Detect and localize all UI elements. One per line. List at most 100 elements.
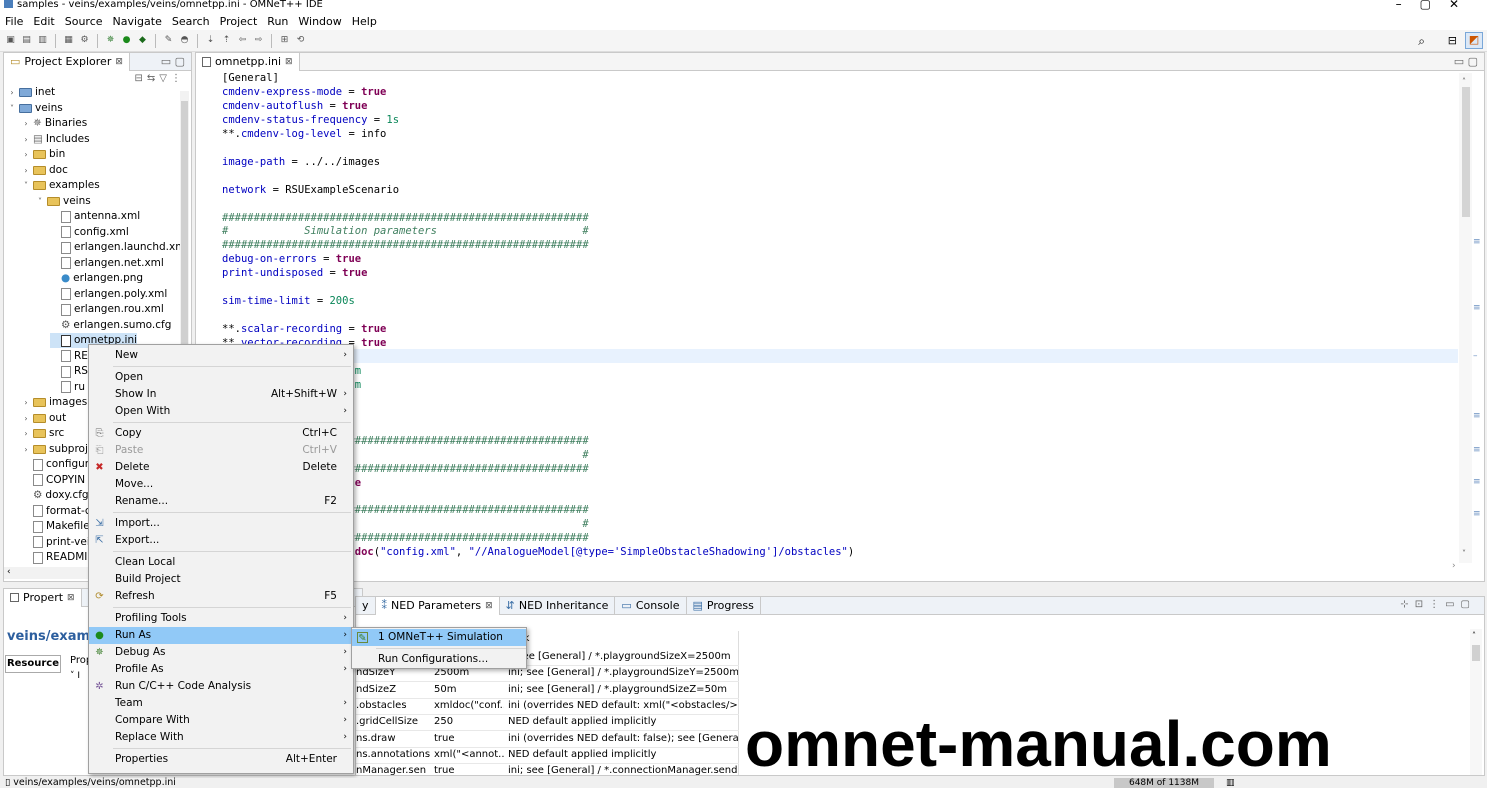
close-icon[interactable]: ⊠ xyxy=(285,57,293,67)
tree-item[interactable]: erlangen.poly.xml xyxy=(50,287,167,302)
back-icon[interactable]: ⇦ xyxy=(236,34,249,47)
menu-item-compare-with[interactable]: Compare With › xyxy=(89,712,353,729)
build-icon[interactable]: ⚙ xyxy=(78,34,91,47)
tree-item[interactable]: config.xml xyxy=(50,225,129,240)
menu-item-clean-local[interactable]: Clean Local xyxy=(89,554,353,571)
tree-item[interactable]: RE xyxy=(50,349,88,364)
tree-item[interactable]: ˅ veins xyxy=(8,101,63,116)
menu-item-rename[interactable]: Rename... F2 xyxy=(89,493,353,510)
param-cell-remark[interactable]: ini; see [General] / *.playgroundSizeY=2… xyxy=(508,665,738,681)
tree-item[interactable]: › doc xyxy=(22,163,67,178)
expand-arrow-icon[interactable]: ˅ xyxy=(22,178,30,193)
expand-icon[interactable]: ˅ I xyxy=(70,671,80,681)
next-annotation-icon[interactable]: ⇣ xyxy=(204,34,217,47)
menu-item-properties[interactable]: Properties Alt+Enter xyxy=(89,751,353,768)
tab-console[interactable]: ▭ Console xyxy=(615,596,687,615)
tree-item[interactable]: › bin xyxy=(22,147,65,162)
expand-arrow-icon[interactable]: ˅ xyxy=(8,101,16,116)
tree-item[interactable]: › images xyxy=(22,395,87,410)
debug-toolbar-icon[interactable]: ✵ xyxy=(104,34,117,47)
expand-arrow-icon[interactable]: › xyxy=(8,85,16,100)
tab-ned-parameters[interactable]: ⁑ NED Parameters ⊠ xyxy=(375,596,500,615)
tree-item[interactable]: RS xyxy=(50,364,88,379)
perspective-icon[interactable]: ⊟ xyxy=(1448,34,1457,47)
print-icon[interactable]: ▦ xyxy=(62,34,75,47)
tree-item[interactable]: › inet xyxy=(8,85,55,100)
menu-item-run-c-c-code-analysis[interactable]: ✲ Run C/C++ Code Analysis xyxy=(89,678,353,695)
params-scrollbar[interactable]: ˄ xyxy=(1470,629,1482,775)
menu-window[interactable]: Window xyxy=(293,15,346,28)
menu-item-refresh[interactable]: ⟳ Refresh F5 xyxy=(89,588,353,605)
view-menu-icon[interactable]: ⋮ xyxy=(1429,599,1445,610)
view-minmax-icon[interactable]: ▭ ▢ xyxy=(161,55,185,68)
menu-item-move[interactable]: Move... xyxy=(89,476,353,493)
menu-item-team[interactable]: Team › xyxy=(89,695,353,712)
tree-item[interactable]: READMI xyxy=(22,550,87,565)
menu-item-profiling-tools[interactable]: Profiling Tools › xyxy=(89,610,353,627)
menu-item-delete[interactable]: ✖ Delete Delete xyxy=(89,459,353,476)
menu-item-open[interactable]: Open xyxy=(89,369,353,386)
menu-item-replace-with[interactable]: Replace With › xyxy=(89,729,353,746)
open-type-icon[interactable]: ✎ xyxy=(162,34,175,47)
expand-arrow-icon[interactable]: › xyxy=(22,163,30,178)
link-editor-icon[interactable]: ⇆ xyxy=(147,73,159,84)
param-cell-remark[interactable]: ini (overrides NED default: xml("<obstac… xyxy=(508,698,738,714)
expand-arrow-icon[interactable]: › xyxy=(22,442,30,457)
omnet-perspective-icon[interactable]: ◩ xyxy=(1465,32,1483,49)
tree-item[interactable]: COPYIN xyxy=(22,473,85,488)
param-cell-remark[interactable]: NED default applied implicitly xyxy=(508,747,738,763)
menu-item-export[interactable]: ⇱ Export... xyxy=(89,532,353,549)
editor-scrollbar[interactable]: ˄ ˅ xyxy=(1459,73,1472,563)
run-toolbar-icon[interactable]: ● xyxy=(120,34,133,47)
tree-item[interactable]: › subproje xyxy=(22,442,94,457)
menu-source[interactable]: Source xyxy=(60,15,108,28)
param-cell-value[interactable]: xmldoc("conf... xyxy=(434,698,504,714)
param-cell-remark[interactable]: ini; see [General] / *.playgroundSizeZ=5… xyxy=(508,682,738,698)
forward-icon[interactable]: ⇨ xyxy=(252,34,265,47)
gc-trash-icon[interactable]: ▥ xyxy=(1226,778,1235,788)
close-window-icon[interactable]: ✕ xyxy=(1449,0,1477,11)
expand-arrow-icon[interactable]: › xyxy=(22,147,30,162)
param-cell-name[interactable]: ns.draw xyxy=(356,731,434,747)
expand-arrow-icon[interactable]: › xyxy=(22,411,30,426)
menu-item-build-project[interactable]: Build Project xyxy=(89,571,353,588)
new-icon[interactable]: ▣ xyxy=(4,34,17,47)
tree-item[interactable]: format-c xyxy=(22,504,91,519)
menu-item-profile-as[interactable]: Profile As › xyxy=(89,661,353,678)
menu-item-copy[interactable]: ⎘ Copy Ctrl+C xyxy=(89,425,353,442)
maximize-icon[interactable]: ▢ xyxy=(1420,0,1449,11)
tree-item[interactable]: erlangen.rou.xml xyxy=(50,302,164,317)
minimize-icon[interactable]: – xyxy=(1396,0,1420,11)
save-all-icon[interactable]: ▥ xyxy=(36,34,49,47)
menu-item-import[interactable]: ⇲ Import... xyxy=(89,515,353,532)
search-icon[interactable]: ⌕ xyxy=(1418,34,1425,49)
param-cell-value[interactable]: true xyxy=(434,763,504,779)
tree-item[interactable]: › out xyxy=(22,411,66,426)
editor-minmax-icon[interactable]: ▭ ▢ xyxy=(1454,55,1478,68)
menu-project[interactable]: Project xyxy=(215,15,263,28)
pin-view-icon[interactable]: ⊹ xyxy=(1400,599,1414,610)
param-cell-name[interactable]: ndSizeZ xyxy=(356,682,434,698)
tab-y[interactable]: y xyxy=(356,596,376,615)
param-cell-name[interactable]: .gridCellSize xyxy=(356,714,434,730)
tree-item[interactable]: erlangen.net.xml xyxy=(50,256,164,271)
tab-omnetpp-ini[interactable]: omnetpp.ini ⊠ xyxy=(196,52,300,71)
param-cell-remark[interactable]: ini; see [General] / *.connectionManager… xyxy=(508,763,738,779)
pin-icon[interactable]: ⊞ xyxy=(278,34,291,47)
tree-item[interactable]: › src xyxy=(22,426,64,441)
tree-item[interactable]: › ✵ Binaries xyxy=(22,116,87,131)
tree-item[interactable]: print-vei xyxy=(22,535,90,550)
hscroll-right-icon[interactable]: › xyxy=(1452,561,1456,571)
expand-arrow-icon[interactable]: › xyxy=(22,426,30,441)
param-cell-value[interactable]: xml("<annot... xyxy=(434,747,504,763)
param-cell-value[interactable]: 250 xyxy=(434,714,504,730)
menu-item-open-with[interactable]: Open With › xyxy=(89,403,353,420)
param-cell-remark[interactable]: ini (overrides NED default: false); see … xyxy=(508,731,738,747)
param-cell-remark[interactable]: i; see [General] / *.playgroundSizeX=250… xyxy=(508,649,738,665)
tab-resource[interactable]: Resource xyxy=(5,655,61,673)
menu-search[interactable]: Search xyxy=(167,15,215,28)
tree-item[interactable]: ru xyxy=(50,380,85,395)
expand-arrow-icon[interactable]: › xyxy=(22,132,30,147)
close-icon[interactable]: ⊠ xyxy=(67,593,75,603)
param-cell-value[interactable]: true xyxy=(434,731,504,747)
